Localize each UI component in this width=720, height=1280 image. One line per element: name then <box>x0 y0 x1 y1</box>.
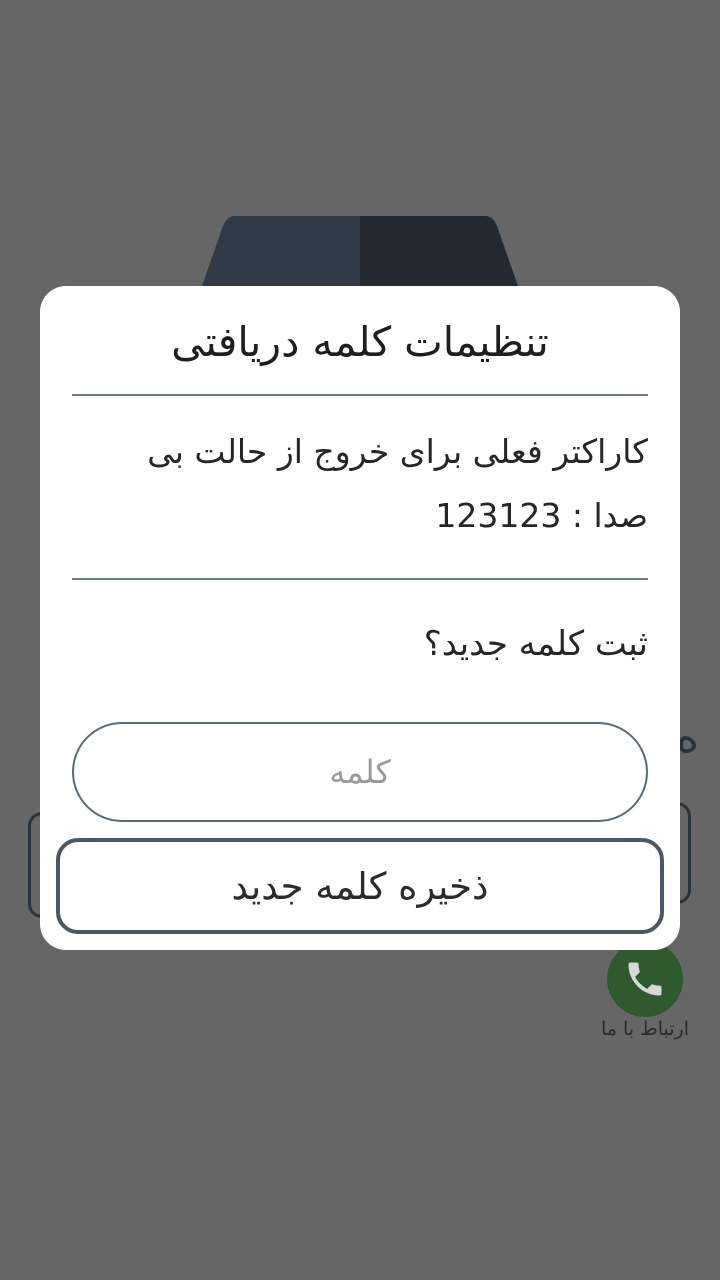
new-word-prompt: ثبت کلمه جدید؟ <box>423 624 648 664</box>
save-new-word-button[interactable]: ذخیره کلمه جدید <box>56 838 664 934</box>
title-divider <box>72 394 648 396</box>
current-word-message: کاراکتر فعلی برای خروج از حالت بی صدا : … <box>147 432 648 535</box>
contact-us-button[interactable] <box>607 941 683 1017</box>
message-divider <box>72 578 648 580</box>
phone-icon <box>628 962 662 996</box>
dialog-title: تنظیمات کلمه دریافتی <box>171 318 549 366</box>
word-input[interactable] <box>72 722 648 822</box>
contact-us-label: ارتباط با ما <box>601 1018 689 1040</box>
